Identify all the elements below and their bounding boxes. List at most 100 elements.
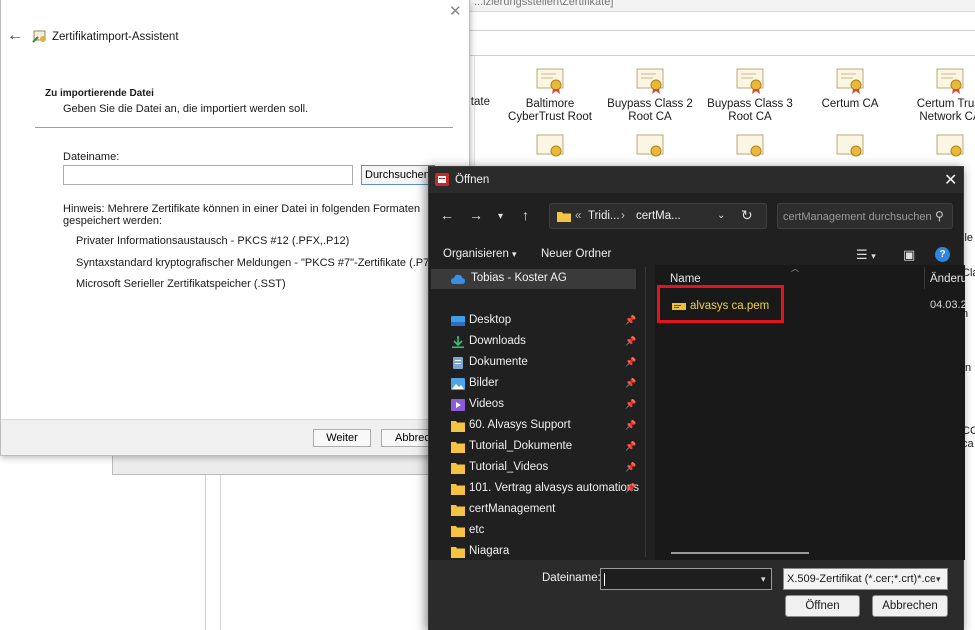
- nav-item-folder[interactable]: certManagement: [429, 500, 641, 520]
- nav-item-folder[interactable]: 60. Alvasys Support 📌: [429, 416, 641, 436]
- file-type-select[interactable]: X.509-Zertifikat (*.cer;*.crt)*.cer ▾: [783, 568, 948, 590]
- breadcrumb-item[interactable]: certMa...: [636, 210, 681, 222]
- background-address-bar: [470, 30, 975, 56]
- column-header-name[interactable]: Name: [670, 273, 701, 285]
- wizard-title: Zertifikatimport-Assistent: [52, 31, 179, 43]
- pin-icon[interactable]: 📌: [625, 315, 636, 326]
- chevron-down-icon[interactable]: ▾: [761, 574, 766, 585]
- certificate-icon: [936, 68, 964, 94]
- certificate-icon: [836, 134, 864, 157]
- folder-icon: [451, 526, 465, 537]
- chevron-down-icon: ▾: [936, 574, 941, 584]
- pin-icon[interactable]: 📌: [625, 420, 636, 431]
- filename-input[interactable]: [63, 165, 353, 185]
- cert-item[interactable]: Buypass Class 3 Root CA: [700, 68, 800, 124]
- background-window-body: [205, 475, 430, 630]
- nav-item-downloads[interactable]: Downloads 📌: [429, 332, 641, 352]
- app-icon: [435, 173, 449, 186]
- pin-icon[interactable]: 📌: [625, 336, 636, 347]
- search-icon: ⚲: [935, 209, 944, 223]
- preview-pane-icon[interactable]: ▣: [903, 247, 915, 263]
- search-placeholder: certManagement durchsuchen: [783, 211, 932, 223]
- breadcrumb-item[interactable]: Tridi...: [588, 210, 620, 222]
- nav-item-folder[interactable]: 101. Vertrag alvasys automations 📌: [429, 479, 641, 499]
- background-path-text: ...izierungsstellen\Zertifikate]: [474, 0, 614, 8]
- pictures-icon: [451, 378, 465, 390]
- nav-item-folder[interactable]: Tutorial_Videos 📌: [429, 458, 641, 478]
- help-icon[interactable]: ?: [935, 247, 950, 262]
- organize-menu[interactable]: Organisieren ▾: [443, 248, 517, 260]
- view-options-icon[interactable]: ☰ ▾: [856, 247, 876, 263]
- folder-icon: [451, 484, 465, 495]
- address-bar[interactable]: « Tridi... › certMa...: [549, 203, 767, 229]
- format-hint: Hinweis: Mehrere Zertifikate können in e…: [63, 203, 421, 227]
- close-icon[interactable]: ✕: [449, 2, 462, 20]
- nav-item-folder[interactable]: Tutorial_Dokumente 📌: [429, 437, 641, 457]
- chevron-down-icon[interactable]: ▾: [498, 211, 503, 222]
- format-item: Syntaxstandard kryptografischer Meldunge…: [76, 257, 441, 269]
- refresh-icon[interactable]: ↻: [741, 207, 753, 224]
- open-button[interactable]: Öffnen: [785, 595, 860, 617]
- nav-item-folder[interactable]: etc: [429, 521, 641, 541]
- cert-item[interactable]: Baltimore CyberTrust Root: [500, 68, 600, 124]
- new-folder-button[interactable]: Neuer Ordner: [541, 248, 611, 260]
- horizontal-scrollbar[interactable]: [671, 552, 809, 554]
- search-box[interactable]: certManagement durchsuchen ⚲: [777, 203, 953, 229]
- up-arrow-icon[interactable]: ↑: [522, 207, 529, 223]
- text-caret: [604, 573, 605, 586]
- open-file-dialog: Öffnen ✕ ← → ▾ ↑ « Tridi... › certMa... …: [428, 166, 967, 630]
- sort-arrow-icon: ︿: [791, 264, 799, 273]
- cert-item[interactable]: Certum CA: [800, 68, 900, 111]
- certificate-icon: [636, 134, 664, 157]
- next-button[interactable]: Weiter: [313, 429, 371, 447]
- nav-item-onedrive[interactable]: Tobias - Koster AG: [431, 269, 636, 289]
- cloud-icon: [451, 274, 465, 284]
- pin-icon[interactable]: 📌: [625, 399, 636, 410]
- column-header-date[interactable]: Änderu: [930, 273, 967, 285]
- nav-item-videos[interactable]: Videos 📌: [429, 395, 641, 415]
- highlight-annotation: [657, 285, 784, 323]
- breadcrumb-separator: ›: [621, 210, 625, 222]
- nav-item-pictures[interactable]: Bilder 📌: [429, 374, 641, 394]
- browse-button[interactable]: Durchsuchen...: [361, 165, 435, 185]
- file-type-value: X.509-Zertifikat (*.cer;*.crt)*.cer: [787, 573, 935, 585]
- chevron-down-icon: ▾: [512, 249, 517, 259]
- format-item: Privater Informationsaustausch - PKCS #1…: [76, 235, 350, 247]
- certificate-icon: [636, 68, 664, 94]
- cancel-button[interactable]: Abbrechen: [872, 595, 948, 617]
- nav-scrollbar[interactable]: [645, 267, 646, 557]
- chevron-down-icon[interactable]: ⌄: [717, 210, 725, 221]
- pin-icon[interactable]: 📌: [625, 441, 636, 452]
- back-arrow-icon[interactable]: ←: [7, 27, 23, 45]
- pin-icon[interactable]: 📌: [625, 357, 636, 368]
- folder-icon: [451, 421, 465, 432]
- back-arrow-icon[interactable]: ←: [440, 207, 454, 223]
- pin-icon[interactable]: 📌: [625, 378, 636, 389]
- pin-icon[interactable]: 📌: [625, 462, 636, 473]
- section-title: Zu importierende Datei: [45, 88, 154, 99]
- folder-icon: [451, 463, 465, 474]
- nav-item-desktop[interactable]: Desktop 📌: [429, 311, 641, 331]
- cert-item[interactable]: Certum Trust Network CA: [900, 68, 975, 124]
- cert-item[interactable]: Buypass Class 2 Root CA: [600, 68, 700, 124]
- breadcrumb-overflow[interactable]: «: [575, 210, 581, 222]
- nav-item-documents[interactable]: Dokumente 📌: [429, 353, 641, 373]
- folder-icon: [557, 212, 571, 222]
- folder-icon: [451, 442, 465, 453]
- column-divider[interactable]: [924, 267, 925, 289]
- import-wizard-window: ✕ ← Zertifikatimport-Assistent Zu import…: [0, 0, 470, 456]
- certificate-icon: [536, 68, 564, 94]
- download-icon: [452, 336, 464, 348]
- pin-icon[interactable]: 📌: [625, 483, 636, 494]
- navigation-pane: Tobias - Koster AG Desktop 📌 Downloads 📌 D…: [429, 265, 655, 560]
- close-icon[interactable]: ✕: [944, 170, 957, 190]
- folder-icon: [451, 547, 465, 558]
- videos-icon: [451, 399, 465, 411]
- forward-arrow-icon[interactable]: →: [469, 207, 483, 223]
- desktop-icon: [451, 316, 465, 326]
- folder-icon: [451, 505, 465, 516]
- nav-item-folder[interactable]: Niagara: [429, 542, 641, 562]
- certificate-icon: [936, 134, 964, 157]
- filename-input[interactable]: [600, 568, 772, 590]
- dialog-titlebar: [429, 167, 963, 193]
